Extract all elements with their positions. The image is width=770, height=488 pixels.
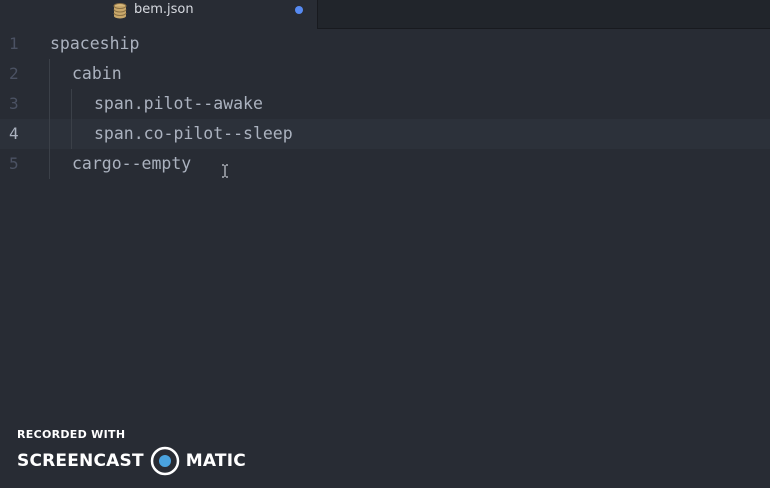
indent-guide: [49, 119, 50, 149]
line-text: cabin: [72, 64, 122, 83]
code-area[interactable]: 1 spaceship 2 cabin 3 span.pilot--awake …: [0, 29, 770, 179]
watermark-logo-row: SCREENCAST MATIC: [17, 444, 246, 478]
line-number: 5: [9, 154, 19, 173]
tab-bem-json[interactable]: bem.json: [0, 0, 318, 29]
code-line[interactable]: 3 span.pilot--awake: [0, 89, 770, 119]
line-text: spaceship: [50, 34, 140, 53]
code-editor: bem.json 1 spaceship 2 cabin 3 span.pilo…: [0, 0, 770, 488]
database-icon: [113, 3, 127, 19]
code-line[interactable]: 2 cabin: [0, 59, 770, 89]
line-number: 2: [9, 64, 19, 83]
indent-guide: [49, 89, 50, 119]
screencast-watermark: RECORDED WITH SCREENCAST MATIC: [17, 428, 246, 478]
line-number: 4: [9, 124, 19, 143]
text-cursor-icon: [221, 163, 229, 178]
modified-indicator: [295, 6, 303, 14]
line-text: span.co-pilot--sleep: [94, 124, 293, 143]
indent-guide: [71, 119, 72, 149]
indent-guide: [71, 89, 72, 119]
indent-guide: [49, 59, 50, 89]
line-text: span.pilot--awake: [94, 94, 263, 113]
watermark-caption: RECORDED WITH: [17, 428, 126, 441]
code-line[interactable]: 5 cargo--empty: [0, 149, 770, 179]
tab-label: bem.json: [134, 2, 194, 17]
line-text: cargo--empty: [72, 154, 192, 173]
line-number: 1: [9, 34, 19, 53]
indent-guide: [49, 149, 50, 179]
watermark-left-word: SCREENCAST: [17, 451, 144, 471]
screencast-logo-icon: [150, 446, 180, 476]
code-line[interactable]: 1 spaceship: [0, 29, 770, 59]
line-number: 3: [9, 94, 19, 113]
watermark-right-word: MATIC: [185, 451, 246, 471]
code-line-active[interactable]: 4 span.co-pilot--sleep: [0, 119, 770, 149]
tab-bar: bem.json: [0, 0, 770, 29]
